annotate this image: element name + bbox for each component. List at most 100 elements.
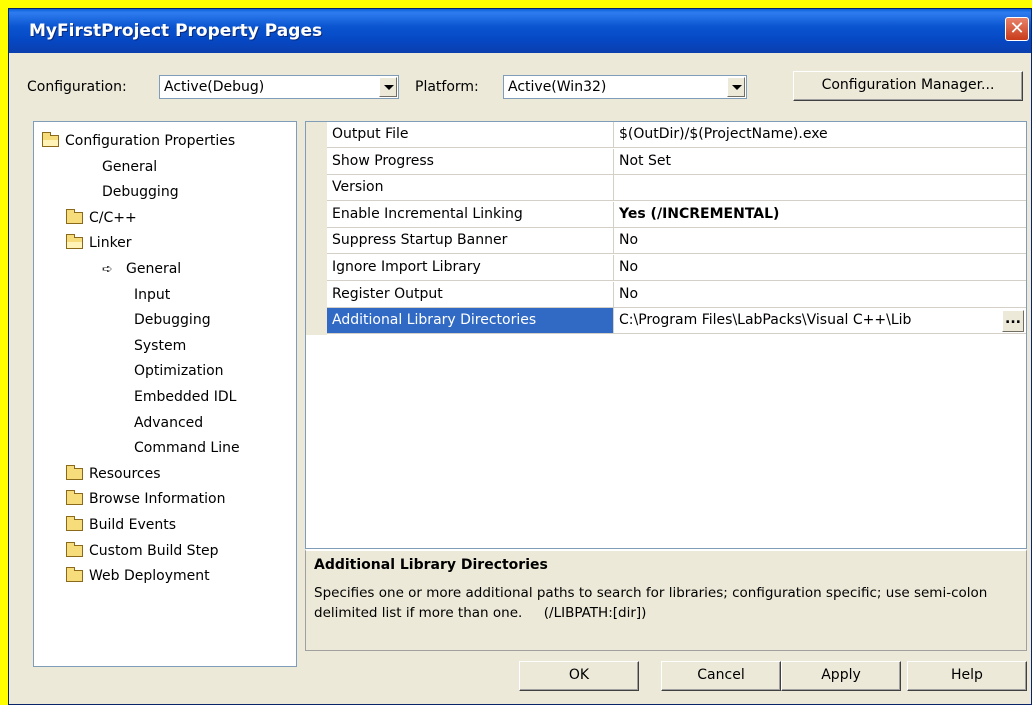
property-value-text: C:\Program Files\LabPacks\Visual C++\Lib bbox=[619, 312, 912, 329]
folder-icon bbox=[66, 464, 83, 480]
description-panel: Additional Library Directories Specifies… bbox=[305, 549, 1027, 651]
tree-item-label: C/C++ bbox=[89, 209, 137, 226]
tree-item-label: Command Line bbox=[134, 440, 240, 457]
tree-item[interactable]: C/C++ bbox=[66, 207, 137, 229]
property-value-text: No bbox=[619, 232, 639, 249]
grid-row[interactable]: Enable Incremental Linking Yes (/INCREMEN… bbox=[327, 201, 1026, 228]
property-value[interactable]: Not Set bbox=[614, 149, 1026, 175]
folder-icon bbox=[66, 490, 83, 506]
folder-icon bbox=[66, 208, 83, 224]
browse-button[interactable]: ... bbox=[1002, 310, 1024, 333]
configuration-manager-button[interactable]: Configuration Manager... bbox=[793, 71, 1023, 101]
tree-item[interactable]: Configuration Properties bbox=[42, 130, 235, 152]
cancel-button[interactable]: Cancel bbox=[661, 661, 781, 691]
property-value-text: Not Set bbox=[619, 152, 671, 169]
tree-item-label: Custom Build Step bbox=[89, 542, 219, 559]
tree-item[interactable]: Custom Build Step bbox=[66, 540, 219, 562]
tree-item-label: Browse Information bbox=[89, 491, 226, 508]
property-value[interactable]: No bbox=[614, 282, 1026, 308]
help-button[interactable]: Help bbox=[907, 661, 1027, 691]
tree-item[interactable]: Web Deployment bbox=[66, 565, 210, 587]
chevron-down-icon[interactable] bbox=[727, 77, 745, 97]
tree-item-label: Web Deployment bbox=[89, 568, 210, 585]
tree-item[interactable]: Command Line bbox=[134, 437, 240, 459]
folder-icon bbox=[66, 516, 83, 531]
description-title: Additional Library Directories bbox=[314, 557, 548, 573]
tree-item-label: Advanced bbox=[134, 414, 204, 431]
tree-item[interactable]: Resources bbox=[66, 463, 161, 485]
tree-item[interactable]: General bbox=[102, 156, 157, 178]
grid-row[interactable]: Suppress Startup Banner No bbox=[327, 228, 1026, 255]
configuration-label: Configuration: bbox=[27, 79, 127, 95]
property-name[interactable]: Suppress Startup Banner bbox=[327, 228, 614, 255]
property-value[interactable]: $(OutDir)/$(ProjectName).exe bbox=[614, 122, 1026, 148]
description-text: Specifies one or more additional paths t… bbox=[314, 585, 992, 621]
configuration-value: Active(Debug) bbox=[164, 79, 265, 95]
tree-item-label: Embedded IDL bbox=[134, 389, 237, 405]
tree-item-label: Optimization bbox=[134, 363, 224, 380]
tree-item[interactable]: Input bbox=[134, 284, 170, 306]
window-title: MyFirstProject Property Pages bbox=[29, 21, 323, 41]
tree-item[interactable]: System bbox=[134, 335, 186, 357]
property-tree[interactable]: Configuration Properties General Debugging… bbox=[33, 121, 297, 667]
platform-dropdown[interactable]: Active(Win32) bbox=[503, 75, 747, 99]
grid-row[interactable]: Register Output No bbox=[327, 281, 1026, 308]
tree-item-label: System bbox=[134, 337, 187, 354]
close-button[interactable]: ✕ bbox=[1005, 17, 1029, 41]
grid-row[interactable]: Output File $(OutDir)/$(ProjectName).exe bbox=[327, 122, 1026, 148]
property-name[interactable]: Additional Library Directories bbox=[327, 308, 614, 335]
tree-item-label: Configuration Properties bbox=[65, 133, 236, 149]
tree-item[interactable]: Debugging bbox=[102, 181, 179, 203]
folder-open-icon bbox=[42, 132, 59, 147]
property-value[interactable]: No bbox=[614, 228, 1026, 255]
title-bar[interactable]: MyFirstProject Property Pages ✕ bbox=[9, 9, 1031, 53]
property-name[interactable]: Ignore Import Library bbox=[327, 255, 614, 281]
grid-gutter bbox=[306, 122, 327, 335]
tree-item-label: Debugging bbox=[134, 312, 211, 329]
tree-item[interactable]: Build Events bbox=[66, 514, 176, 536]
tree-item[interactable]: Browse Information bbox=[66, 488, 225, 510]
grid-row[interactable]: Additional Library Directories C:\Program… bbox=[327, 308, 1026, 335]
chevron-down-icon[interactable] bbox=[379, 77, 397, 97]
tree-item[interactable]: ➪ General bbox=[102, 258, 181, 280]
folder-icon bbox=[66, 567, 83, 583]
tree-item-label: General bbox=[102, 158, 158, 175]
property-value-text: Yes (/INCREMENTAL) bbox=[619, 205, 780, 222]
platform-value: Active(Win32) bbox=[508, 79, 607, 95]
property-value-text: $(OutDir)/$(ProjectName).exe bbox=[619, 126, 828, 142]
property-value[interactable]: Yes (/INCREMENTAL) bbox=[614, 202, 1026, 228]
tree-item-label: Input bbox=[134, 286, 171, 303]
property-value[interactable]: C:\Program Files\LabPacks\Visual C++\Lib… bbox=[614, 308, 1026, 335]
property-name[interactable]: Output File bbox=[327, 122, 614, 148]
apply-button[interactable]: Apply bbox=[781, 661, 901, 691]
property-name[interactable]: Register Output bbox=[327, 281, 614, 308]
property-value-text: No bbox=[619, 259, 639, 275]
configuration-dropdown[interactable]: Active(Debug) bbox=[159, 75, 399, 99]
folder-icon bbox=[66, 541, 83, 557]
tree-item[interactable]: Advanced bbox=[134, 412, 203, 434]
property-name[interactable]: Version bbox=[327, 175, 614, 202]
grid-row[interactable]: Version bbox=[327, 175, 1026, 202]
tree-item[interactable]: Linker bbox=[66, 232, 132, 254]
tree-item[interactable]: Debugging bbox=[134, 309, 211, 331]
property-value[interactable] bbox=[614, 175, 1026, 202]
ok-button[interactable]: OK bbox=[519, 661, 639, 691]
property-name[interactable]: Enable Incremental Linking bbox=[327, 201, 614, 228]
tree-item[interactable]: Embedded IDL bbox=[134, 386, 236, 408]
grid-row[interactable]: Ignore Import Library No bbox=[327, 255, 1026, 281]
tree-item-label: Build Events bbox=[89, 517, 176, 533]
tree-item-label: Resources bbox=[89, 465, 161, 482]
arrow-icon: ➪ bbox=[102, 261, 113, 277]
property-grid[interactable]: Output File $(OutDir)/$(ProjectName).exe S… bbox=[305, 121, 1027, 549]
tree-item[interactable]: Optimization bbox=[134, 360, 224, 382]
tree-item-label: Debugging bbox=[102, 184, 179, 201]
property-pages-dialog: MyFirstProject Property Pages ✕ Configur… bbox=[8, 8, 1032, 705]
property-value-text: No bbox=[619, 285, 639, 302]
tree-item-label: General bbox=[126, 261, 182, 277]
property-value[interactable]: No bbox=[614, 255, 1026, 281]
grid-row[interactable]: Show Progress Not Set bbox=[327, 148, 1026, 175]
folder-open-icon bbox=[66, 234, 83, 250]
property-name[interactable]: Show Progress bbox=[327, 148, 614, 175]
platform-label: Platform: bbox=[415, 79, 479, 95]
tree-item-label: Linker bbox=[89, 235, 132, 252]
